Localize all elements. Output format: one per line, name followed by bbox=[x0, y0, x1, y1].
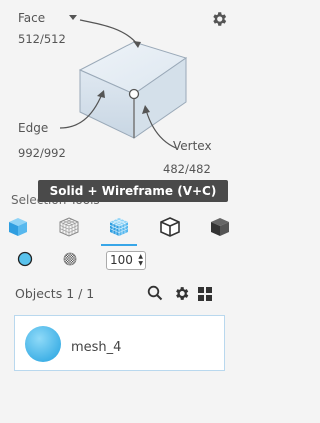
grid-view-icon[interactable] bbox=[197, 286, 213, 302]
texture-sphere-icon[interactable] bbox=[62, 251, 78, 267]
edge-label: Edge bbox=[18, 121, 49, 135]
point-size-value: 100 bbox=[110, 253, 133, 267]
objects-header: Objects 1 / 1 bbox=[15, 286, 95, 301]
object-name: mesh_4 bbox=[71, 340, 122, 355]
mesh-thumbnail bbox=[25, 326, 61, 362]
filter-gear-icon[interactable] bbox=[173, 285, 190, 302]
solid-cube-icon bbox=[9, 218, 27, 236]
solid-mode-button[interactable] bbox=[0, 210, 36, 244]
vertex-count: 482/482 bbox=[163, 162, 211, 176]
search-icon[interactable] bbox=[147, 285, 163, 301]
object-list: mesh_4 bbox=[14, 315, 225, 371]
mesh-diagram bbox=[59, 19, 188, 149]
outline-cube-icon bbox=[160, 217, 180, 237]
render-mode-toolbar bbox=[0, 210, 242, 246]
flat-cube-icon bbox=[211, 218, 229, 236]
tooltip: Solid + Wireframe (V+C) bbox=[38, 180, 228, 202]
wireframe-cube-icon bbox=[59, 217, 79, 237]
list-item[interactable]: mesh_4 bbox=[15, 316, 224, 370]
vertex-label: Vertex bbox=[173, 139, 212, 153]
point-size-stepper[interactable]: 100 ▲ ▼ bbox=[106, 251, 146, 270]
solid-wireframe-mode-button[interactable] bbox=[101, 210, 137, 246]
stepper-arrows-icon[interactable]: ▲ ▼ bbox=[138, 253, 143, 267]
solid-wireframe-cube-icon bbox=[109, 218, 129, 236]
outline-mode-button[interactable] bbox=[152, 210, 188, 244]
edge-count: 992/992 bbox=[18, 146, 66, 160]
wireframe-mode-button[interactable] bbox=[51, 210, 87, 244]
flat-mode-button[interactable] bbox=[202, 210, 238, 244]
color-circle-icon[interactable] bbox=[17, 251, 33, 267]
